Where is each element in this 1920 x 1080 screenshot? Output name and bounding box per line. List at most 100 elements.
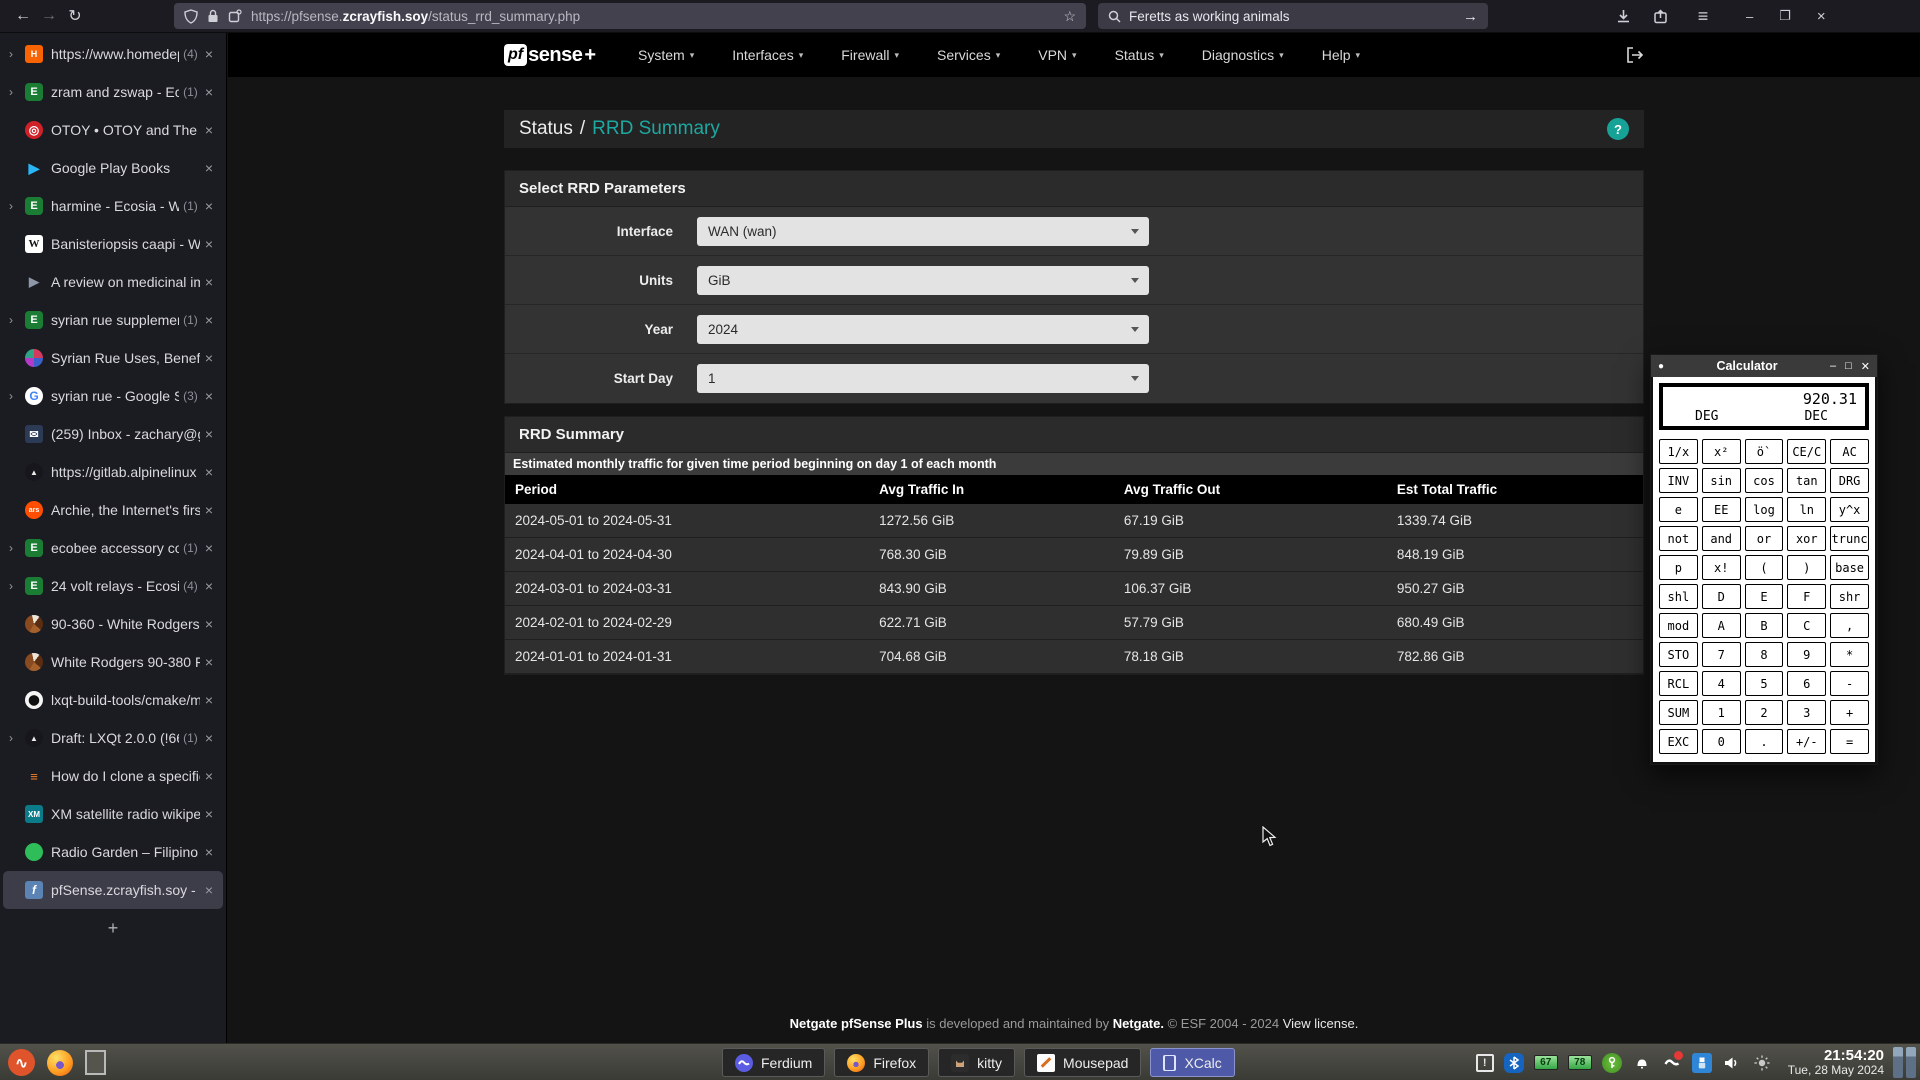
calc-btn-key[interactable]: ( bbox=[1745, 555, 1784, 580]
calc-btn-8[interactable]: 8 bbox=[1745, 642, 1784, 667]
calc-btn-exc[interactable]: EXC bbox=[1659, 729, 1698, 754]
search-input[interactable] bbox=[1129, 9, 1455, 24]
calc-btn-e[interactable]: e bbox=[1659, 497, 1698, 522]
menu-status[interactable]: Status▾ bbox=[1115, 47, 1164, 63]
tab-close-icon[interactable]: × bbox=[205, 198, 213, 214]
tab-close-icon[interactable]: × bbox=[205, 616, 213, 632]
sidebar-tab[interactable]: ⬤lxqt-build-tools/cmake/m× bbox=[3, 681, 223, 719]
calc-btn-7[interactable]: 7 bbox=[1702, 642, 1741, 667]
tab-close-icon[interactable]: × bbox=[205, 844, 213, 860]
calc-btn-key[interactable]: +/- bbox=[1787, 729, 1826, 754]
calc-btn-and[interactable]: and bbox=[1702, 526, 1741, 551]
sidebar-tab[interactable]: ◎OTOY • OTOY and The Re× bbox=[3, 111, 223, 149]
extension-icon[interactable] bbox=[1653, 9, 1668, 24]
tab-close-icon[interactable]: × bbox=[205, 730, 213, 746]
sidebar-tab[interactable]: ›E24 volt relays - Ecosia(4)× bbox=[3, 567, 223, 605]
menu-firewall[interactable]: Firewall▾ bbox=[841, 47, 899, 63]
tab-close-icon[interactable]: × bbox=[205, 540, 213, 556]
select-units[interactable]: GiB bbox=[697, 266, 1149, 295]
forward-icon[interactable]: → bbox=[36, 7, 62, 25]
calc-btn-cos[interactable]: cos bbox=[1745, 468, 1784, 493]
sidebar-tab[interactable]: ▲https://gitlab.alpinelinux× bbox=[3, 453, 223, 491]
calc-btn-mod[interactable]: mod bbox=[1659, 613, 1698, 638]
sidebar-tab[interactable]: XMXM satellite radio wikiped× bbox=[3, 795, 223, 833]
tab-expander-icon[interactable]: › bbox=[9, 541, 25, 555]
sidebar-tab[interactable]: Syrian Rue Uses, Benefit× bbox=[3, 339, 223, 377]
tab-close-icon[interactable]: × bbox=[205, 274, 213, 290]
calc-btn-ce-c[interactable]: CE/C bbox=[1787, 439, 1826, 464]
tab-close-icon[interactable]: × bbox=[205, 388, 213, 404]
logout-icon[interactable] bbox=[1626, 47, 1644, 63]
sidebar-tab[interactable]: arsArchie, the Internet's firs× bbox=[3, 491, 223, 529]
sidebar-tab[interactable]: Radio Garden – Filipino M× bbox=[3, 833, 223, 871]
tab-close-icon[interactable]: × bbox=[205, 578, 213, 594]
calc-btn-e[interactable]: E bbox=[1745, 584, 1784, 609]
calc-btn-key[interactable]: - bbox=[1830, 671, 1869, 696]
calculator-minimize-icon[interactable]: – bbox=[1830, 360, 1836, 373]
calc-btn-key[interactable]: = bbox=[1830, 729, 1869, 754]
taskbar-button-kitty[interactable]: kitty bbox=[938, 1048, 1015, 1077]
calc-btn-2[interactable]: 2 bbox=[1745, 700, 1784, 725]
sidebar-tab[interactable]: ✉(259) Inbox - zachary@g× bbox=[3, 415, 223, 453]
calc-btn-5[interactable]: 5 bbox=[1745, 671, 1784, 696]
tab-close-icon[interactable]: × bbox=[205, 84, 213, 100]
tab-close-icon[interactable]: × bbox=[205, 236, 213, 252]
tab-close-icon[interactable]: × bbox=[205, 806, 213, 822]
new-tab-button[interactable]: + bbox=[0, 909, 226, 947]
calc-btn-or[interactable]: or bbox=[1745, 526, 1784, 551]
reload-icon[interactable]: ↻ bbox=[62, 6, 88, 26]
calc-btn-p[interactable]: p bbox=[1659, 555, 1698, 580]
calc-btn-4[interactable]: 4 bbox=[1702, 671, 1741, 696]
taskbar-button-xcalc[interactable]: XCalc bbox=[1150, 1048, 1234, 1077]
tab-expander-icon[interactable]: › bbox=[9, 199, 25, 213]
tray-keepassxc-icon[interactable] bbox=[1602, 1053, 1622, 1073]
calc-btn-0[interactable]: 0 bbox=[1702, 729, 1741, 754]
window-close-icon[interactable]: × bbox=[1817, 8, 1826, 25]
sidebar-tab[interactable]: ▶Google Play Books× bbox=[3, 149, 223, 187]
select-start-day[interactable]: 1 bbox=[697, 364, 1149, 393]
calc-btn-y-x[interactable]: y^x bbox=[1830, 497, 1869, 522]
calc-btn-f[interactable]: F bbox=[1787, 584, 1826, 609]
help-button[interactable]: ? bbox=[1607, 118, 1629, 140]
sidebar-tab[interactable]: fpfSense.zcrayfish.soy - St× bbox=[3, 871, 223, 909]
select-year[interactable]: 2024 bbox=[697, 315, 1149, 344]
calc-btn-x[interactable]: x! bbox=[1702, 555, 1741, 580]
menu-services[interactable]: Services▾ bbox=[937, 47, 1000, 63]
app-menu-icon[interactable]: ∿ bbox=[8, 1049, 35, 1076]
window-minimize-icon[interactable]: – bbox=[1746, 9, 1753, 24]
calc-btn-sto[interactable]: STO bbox=[1659, 642, 1698, 667]
calc-btn-not[interactable]: not bbox=[1659, 526, 1698, 551]
lock-icon[interactable] bbox=[207, 9, 219, 23]
calculator-close-icon[interactable]: ✕ bbox=[1861, 360, 1870, 373]
calc-btn-trunc[interactable]: trunc bbox=[1830, 526, 1869, 551]
tab-close-icon[interactable]: × bbox=[205, 464, 213, 480]
show-desktop-button[interactable] bbox=[85, 1050, 106, 1075]
tab-expander-icon[interactable]: › bbox=[9, 313, 25, 327]
calc-btn-key[interactable]: + bbox=[1830, 700, 1869, 725]
calc-btn-x[interactable]: x² bbox=[1702, 439, 1741, 464]
sidebar-tab[interactable]: ▶A review on medicinal im× bbox=[3, 263, 223, 301]
calc-btn-sin[interactable]: sin bbox=[1702, 468, 1741, 493]
tab-close-icon[interactable]: × bbox=[205, 768, 213, 784]
calc-btn-key[interactable]: ) bbox=[1787, 555, 1826, 580]
search-go-icon[interactable]: → bbox=[1463, 8, 1478, 25]
calc-btn-drg[interactable]: DRG bbox=[1830, 468, 1869, 493]
tab-close-icon[interactable]: × bbox=[205, 882, 213, 898]
calc-btn-9[interactable]: 9 bbox=[1787, 642, 1826, 667]
calculator-titlebar[interactable]: ● Calculator – □ ✕ bbox=[1651, 355, 1877, 377]
calc-btn-inv[interactable]: INV bbox=[1659, 468, 1698, 493]
calc-btn-base[interactable]: base bbox=[1830, 555, 1869, 580]
tab-close-icon[interactable]: × bbox=[205, 122, 213, 138]
calc-btn-ln[interactable]: ln bbox=[1787, 497, 1826, 522]
permissions-icon[interactable] bbox=[228, 9, 242, 23]
tray-battery-icon[interactable]: 78 bbox=[1568, 1055, 1592, 1070]
tray-volume-icon[interactable] bbox=[1722, 1053, 1742, 1073]
tab-expander-icon[interactable]: › bbox=[9, 579, 25, 593]
menu-diagnostics[interactable]: Diagnostics▾ bbox=[1202, 47, 1284, 63]
pfsense-logo[interactable]: pfsense+ bbox=[504, 44, 596, 67]
calc-btn-rcl[interactable]: RCL bbox=[1659, 671, 1698, 696]
calc-btn-6[interactable]: 6 bbox=[1787, 671, 1826, 696]
calc-btn-1[interactable]: 1 bbox=[1702, 700, 1741, 725]
sidebar-tab[interactable]: ›Eharmine - Ecosia - Web(1)× bbox=[3, 187, 223, 225]
calculator-maximize-icon[interactable]: □ bbox=[1845, 360, 1852, 373]
